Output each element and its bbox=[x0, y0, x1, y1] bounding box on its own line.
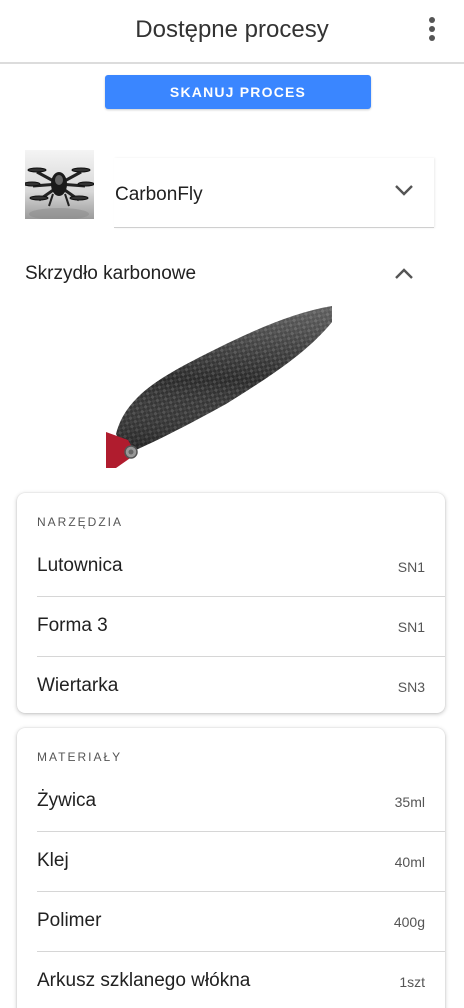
list-item[interactable]: Wiertarka SN3 bbox=[17, 657, 445, 713]
tool-code: SN1 bbox=[397, 559, 425, 575]
list-item[interactable]: Klej 40ml bbox=[17, 832, 445, 892]
tools-header: NARZĘDZIA bbox=[37, 515, 124, 529]
material-name: Polimer bbox=[37, 910, 102, 931]
chevron-up-icon bbox=[395, 268, 413, 279]
list-item[interactable]: Żywica 35ml bbox=[17, 772, 445, 832]
tool-code: SN3 bbox=[397, 679, 425, 695]
scan-process-button[interactable]: SKANUJ PROCES bbox=[105, 75, 371, 109]
material-name: Żywica bbox=[37, 790, 97, 811]
material-name: Klej bbox=[37, 850, 69, 871]
part-title: Skrzydło karbonowe bbox=[25, 263, 197, 284]
list-item[interactable]: Polimer 400g bbox=[17, 892, 445, 952]
materials-header: MATERIAŁY bbox=[37, 750, 123, 764]
more-vertical-icon[interactable] bbox=[420, 16, 444, 44]
material-amount: 40ml bbox=[394, 854, 425, 870]
app-bar: Dostępne procesy bbox=[0, 0, 464, 64]
drone-image bbox=[25, 150, 94, 219]
part-section-header[interactable]: Skrzydło karbonowe bbox=[0, 254, 464, 294]
product-row: CarbonFly bbox=[0, 148, 464, 232]
page-title: Dostępne procesy bbox=[135, 16, 329, 43]
tool-name: Forma 3 bbox=[37, 615, 108, 636]
tool-name: Wiertarka bbox=[37, 675, 119, 696]
carbon-propeller-image bbox=[106, 304, 332, 470]
tools-card: NARZĘDZIA Lutownica SN1 Forma 3 SN1 Wier… bbox=[17, 493, 445, 713]
list-item[interactable]: Forma 3 SN1 bbox=[17, 597, 445, 657]
material-name: Arkusz szklanego włókna bbox=[37, 970, 251, 991]
list-item[interactable]: Arkusz szklanego włókna 1szt bbox=[17, 952, 445, 1008]
material-amount: 1szt bbox=[399, 974, 425, 990]
material-amount: 35ml bbox=[394, 794, 425, 810]
materials-card: MATERIAŁY Żywica 35ml Klej 40ml Polimer … bbox=[17, 728, 445, 1008]
product-select-value: CarbonFly bbox=[115, 184, 203, 205]
chevron-down-icon bbox=[395, 185, 413, 196]
material-amount: 400g bbox=[393, 914, 425, 930]
tool-code: SN1 bbox=[397, 619, 425, 635]
tool-name: Lutownica bbox=[37, 555, 123, 576]
product-select[interactable]: CarbonFly bbox=[114, 158, 434, 228]
list-item[interactable]: Lutownica SN1 bbox=[17, 537, 445, 597]
